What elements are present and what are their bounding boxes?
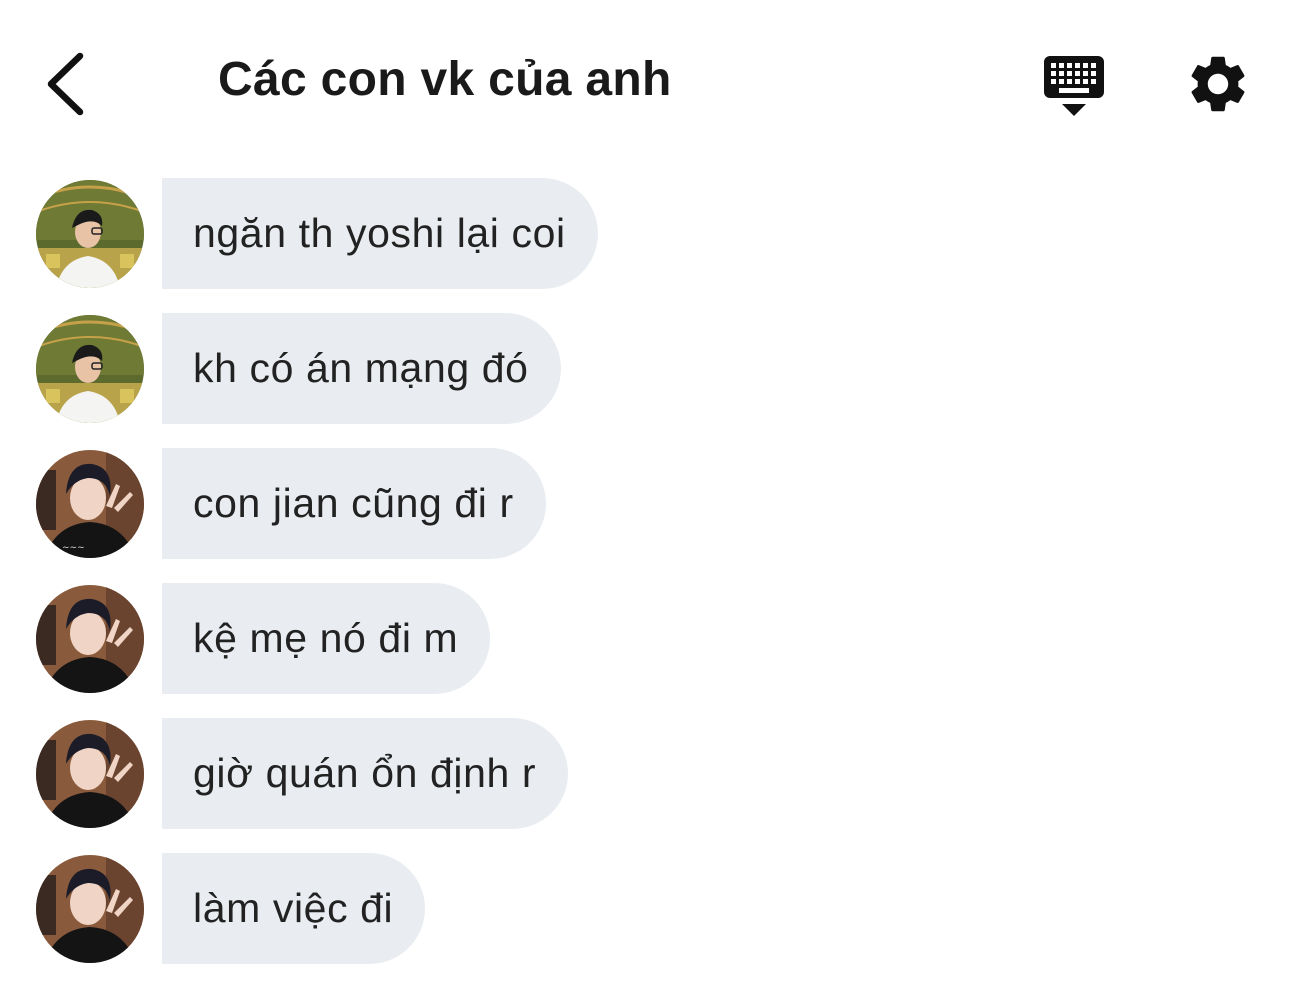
avatar[interactable]: [36, 855, 144, 963]
chat-header: Các con vk của anh: [0, 0, 1290, 170]
message-row: ~~~ con jian cũng đi r: [0, 448, 1290, 560]
message-row: làm việc đi: [0, 853, 1290, 965]
message-row: kh có án mạng đó: [0, 313, 1290, 425]
message-bubble[interactable]: kh có án mạng đó: [162, 313, 561, 424]
message-bubble[interactable]: con jian cũng đi r: [162, 448, 546, 559]
keyboard-icon: [1044, 56, 1104, 116]
message-row: kệ mẹ nó đi m: [0, 583, 1290, 695]
avatar[interactable]: [36, 720, 144, 828]
message-row: giờ quán ổn định r: [0, 718, 1290, 830]
message-bubble[interactable]: ngăn th yoshi lại coi: [162, 178, 598, 289]
chevron-left-icon: [47, 52, 84, 116]
message-row: ngăn th yoshi lại coi: [0, 178, 1290, 290]
message-bubble[interactable]: kệ mẹ nó đi m: [162, 583, 491, 694]
avatar[interactable]: [36, 180, 144, 288]
keyboard-button[interactable]: [1038, 50, 1110, 120]
page-title: Các con vk của anh: [218, 53, 672, 106]
gear-icon: [1191, 56, 1245, 112]
settings-button[interactable]: [1184, 50, 1252, 118]
svg-text:~~~: ~~~: [62, 543, 85, 553]
avatar[interactable]: [36, 585, 144, 693]
message-bubble[interactable]: làm việc đi: [162, 853, 426, 964]
back-button[interactable]: [34, 44, 104, 124]
avatar[interactable]: ~~~: [36, 450, 144, 558]
avatar[interactable]: [36, 315, 144, 423]
message-bubble[interactable]: giờ quán ổn định r: [162, 718, 569, 829]
